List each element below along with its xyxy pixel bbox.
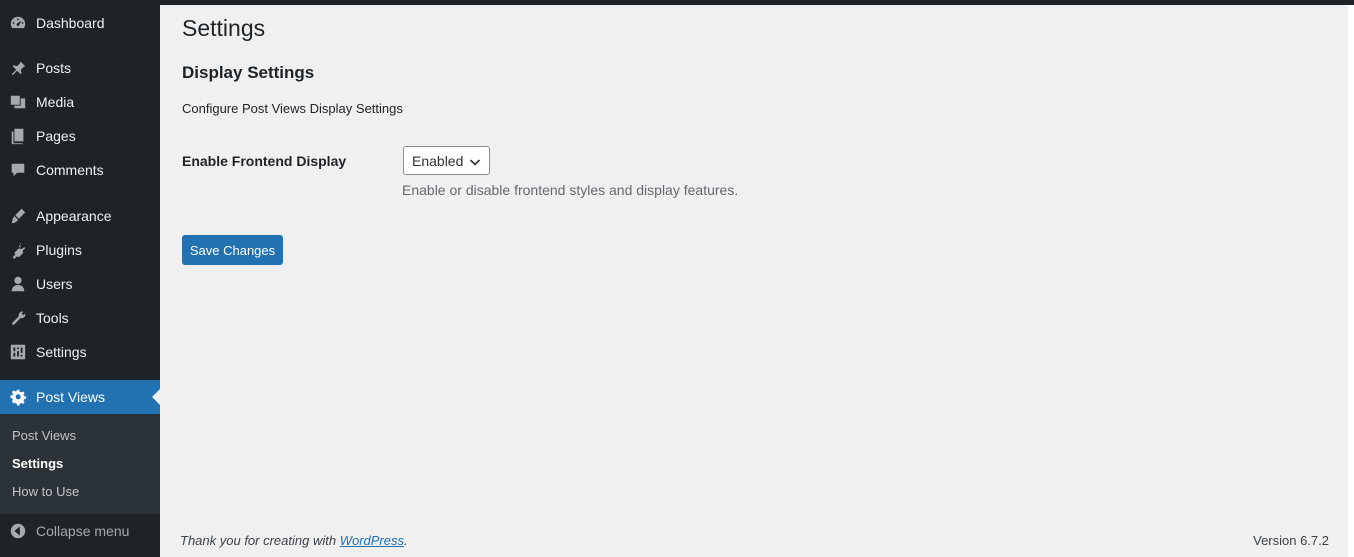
gear-icon — [8, 387, 28, 407]
sidebar-item-appearance[interactable]: Appearance — [0, 199, 160, 233]
sidebar-item-label: Media — [36, 94, 75, 110]
submenu-item-settings[interactable]: Settings — [12, 456, 63, 471]
pin-icon — [8, 58, 28, 78]
admin-sidebar: Dashboard Posts Media Pages Comments App… — [0, 0, 160, 557]
sidebar-item-comments[interactable]: Comments — [0, 153, 160, 187]
sidebar-item-label: Pages — [36, 128, 76, 144]
field-description: Enable or disable frontend styles and di… — [402, 182, 739, 198]
collapse-arrow-icon — [8, 521, 28, 541]
footer-thanks-text: Thank you for creating with — [180, 533, 340, 548]
wrench-icon — [8, 308, 28, 328]
pages-icon — [8, 126, 28, 146]
dashboard-icon — [8, 13, 28, 33]
sidebar-item-dashboard[interactable]: Dashboard — [0, 6, 160, 40]
sidebar-item-settings[interactable]: Settings — [0, 335, 160, 369]
collapse-menu-label: Collapse menu — [36, 523, 130, 539]
sidebar-item-post-views[interactable]: Post Views — [0, 380, 160, 414]
sidebar-item-users[interactable]: Users — [0, 267, 160, 301]
sidebar-item-label: Tools — [36, 310, 69, 326]
collapse-menu-button[interactable]: Collapse menu — [0, 514, 160, 548]
sidebar-item-plugins[interactable]: Plugins — [0, 233, 160, 267]
submenu-post-views: Post Views Settings How to Use — [0, 414, 160, 514]
sidebar-item-label: Posts — [36, 60, 72, 76]
sidebar-item-label: Users — [36, 276, 73, 292]
brush-icon — [8, 206, 28, 226]
sidebar-item-label: Comments — [36, 162, 104, 178]
submenu-item-how-to-use[interactable]: How to Use — [12, 484, 79, 499]
section-title: Display Settings — [182, 63, 315, 82]
submenu-item-post-views[interactable]: Post Views — [12, 428, 76, 443]
sidebar-item-media[interactable]: Media — [0, 85, 160, 119]
sidebar-item-label: Dashboard — [36, 15, 105, 31]
enable-frontend-display-label: Enable Frontend Display — [182, 153, 347, 169]
user-icon — [8, 274, 28, 294]
section-description: Configure Post Views Display Settings — [182, 101, 403, 116]
scrollbar[interactable] — [1348, 5, 1354, 557]
sidebar-item-pages[interactable]: Pages — [0, 119, 160, 153]
footer-version: Version 6.7.2 — [1253, 533, 1329, 548]
page-title: Settings — [182, 15, 266, 41]
chevron-down-icon — [469, 155, 481, 167]
wordpress-link[interactable]: WordPress — [340, 533, 404, 548]
footer-thanks: Thank you for creating with WordPress. — [180, 533, 408, 548]
save-changes-button[interactable]: Save Changes — [182, 235, 283, 265]
select-value: Enabled — [412, 152, 464, 169]
sidebar-item-label: Post Views — [36, 389, 105, 405]
sidebar-item-posts[interactable]: Posts — [0, 51, 160, 85]
sidebar-item-label: Plugins — [36, 242, 82, 258]
comments-icon — [8, 160, 28, 180]
enable-frontend-display-select[interactable]: Enabled — [403, 146, 490, 175]
plugin-icon — [8, 240, 28, 260]
sidebar-item-label: Settings — [36, 344, 87, 360]
admin-bar — [0, 0, 1354, 5]
footer-thanks-end: . — [404, 533, 408, 548]
media-icon — [8, 92, 28, 112]
sliders-icon — [8, 342, 28, 362]
sidebar-item-label: Appearance — [36, 208, 112, 224]
sidebar-item-tools[interactable]: Tools — [0, 301, 160, 335]
